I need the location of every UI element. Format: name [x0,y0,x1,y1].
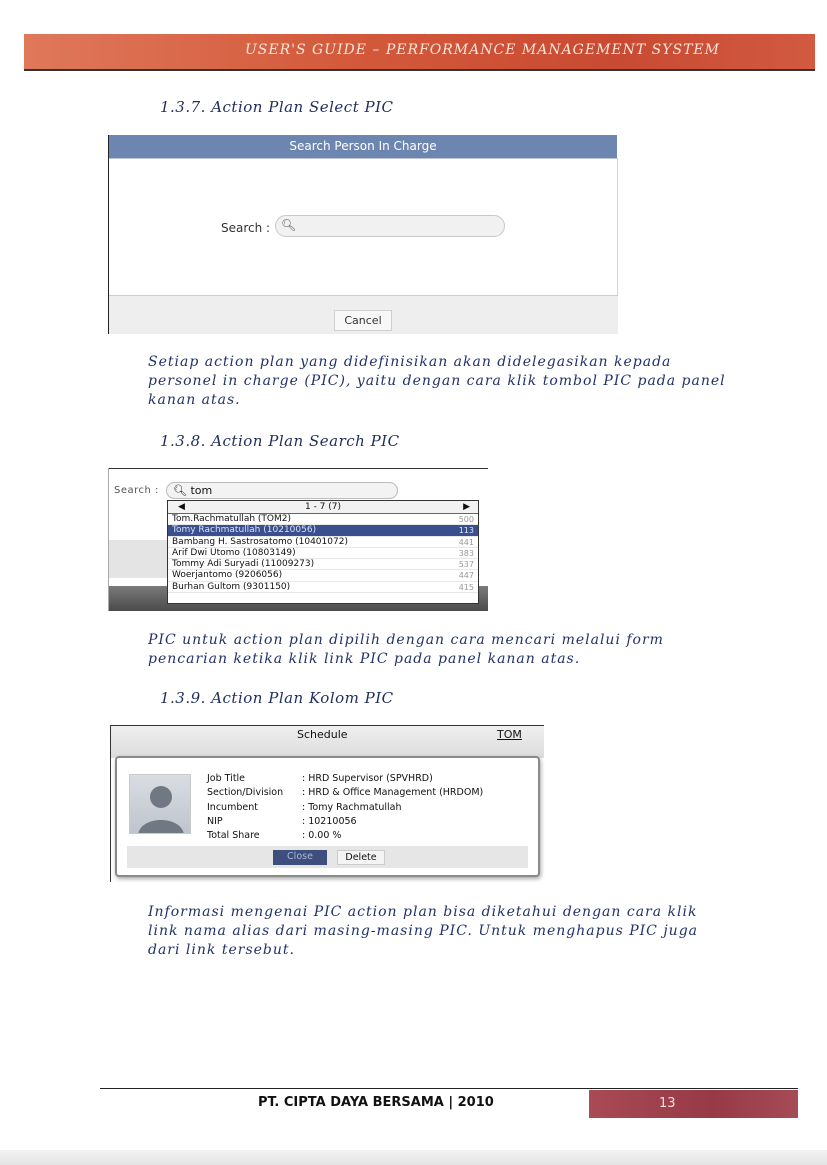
result-name: Tom.Rachmatullah (TOM2) [172,514,292,524]
result-number: 383 [458,548,474,558]
figure-border [108,468,488,469]
paragraph-line: Informasi mengenai PIC action plan bisa … [148,904,698,920]
dialog-body: Search : 🔍︎ [109,158,618,295]
result-number: 537 [458,560,474,570]
section-paragraph-1-3-7: Setiap action plan yang didefinisikan ak… [148,353,728,410]
result-row[interactable]: Tom.Rachmatullah (TOM2) 500 [168,514,478,526]
paragraph-line: dari link tersebut. [148,942,295,958]
field-label: Incumbent [207,801,258,813]
section-paragraph-1-3-8: PIC untuk action plan dipilih dengan car… [148,631,728,669]
document-header-title: USER'S GUIDE – PERFORMANCE MANAGEMENT SY… [244,42,720,58]
close-button[interactable]: Close [273,850,327,865]
page-bottom-shade [0,1150,827,1165]
document-header-bar: USER'S GUIDE – PERFORMANCE MANAGEMENT SY… [24,34,815,71]
magnifier-icon: 🔍︎ [173,484,187,497]
schedule-column-header: Schedule [297,728,348,741]
section-paragraph-1-3-9: Informasi mengenai PIC action plan bisa … [148,903,728,960]
paragraph-line: PIC untuk action plan dipilih dengan car… [148,632,664,648]
delete-button[interactable]: Delete [337,850,385,865]
paragraph-line: Setiap action plan yang didefinisikan ak… [148,354,672,370]
pic-alias-link[interactable]: TOM [497,728,522,741]
paragraph-line: pencarian ketika klik link PIC pada pane… [148,651,581,667]
search-results-dropdown: ◀ 1 - 7 (7) ▶ Tom.Rachmatullah (TOM2) 500… [167,500,479,604]
result-number: 447 [458,571,474,581]
prev-page-icon[interactable]: ◀ [178,501,185,513]
search-label: Search : [221,221,271,235]
result-row[interactable]: Bambang H. Sastrosatomo (10401072) 441 [168,537,478,548]
figure-border [110,725,544,726]
result-name: Tomy Rachmatullah (10210056) [172,525,317,536]
search-input[interactable]: 🔍︎ [275,215,505,237]
result-row[interactable]: Woerjantomo (9206056) 447 [168,570,478,582]
dialog-title: Search Person In Charge [109,135,617,158]
magnifier-icon: 🔍︎ [281,218,297,232]
pic-info-popup: Job Title : HRD Supervisor (SPVHRD) Secti… [115,756,540,877]
section-heading-1-3-8: 1.3.8. Action Plan Search PIC [160,432,400,450]
field-label: Section/Division [207,787,284,799]
paragraph-line: kanan atas. [148,392,241,408]
results-pager: ◀ 1 - 7 (7) ▶ [168,501,478,514]
field-value: : 10210056 [302,815,357,827]
result-row[interactable]: Tommy Adi Suryadi (11009273) 537 [168,559,478,571]
field-value: : Tomy Rachmatullah [302,801,402,813]
figure-border [110,725,111,882]
result-name: Tommy Adi Suryadi (11009273) [172,559,315,570]
section-heading-1-3-9: 1.3.9. Action Plan Kolom PIC [160,689,394,707]
page-number: 13 [659,1096,676,1111]
field-label: Job Title [207,773,246,784]
result-row-selected[interactable]: Tomy Rachmatullah (10210056) 113 [168,525,478,537]
result-name: Woerjantomo (9206056) [172,570,283,581]
search-pic-results-screenshot: Search : 🔍︎ tom ◀ 1 - 7 (7) ▶ Tom.Rachma… [108,468,488,611]
paragraph-line: link nama alias dari masing-masing PIC. … [148,923,699,939]
background-panel [109,540,167,578]
result-name: Arif Dwi Utomo (10803149) [172,547,296,558]
field-label: NIP [207,815,223,827]
result-name: Burhan Gultom (9301150) [172,581,291,592]
pic-info-popup-screenshot: Schedule TOM Job Title : HRD Supervisor (… [110,725,544,882]
search-pic-dialog-screenshot: Search Person In Charge Search : 🔍︎ Canc… [108,135,618,334]
result-number: 441 [458,537,474,547]
search-value: tom [190,484,213,497]
pager-range: 1 - 7 (7) [304,502,342,512]
result-row[interactable]: Burhan Gultom (9301150) 415 [168,581,478,594]
footer-divider [100,1088,798,1089]
column-header-bar: Schedule TOM [111,726,544,758]
paragraph-line: personel in charge (PIC), yaitu dengan c… [148,373,726,389]
footer-company: PT. CIPTA DAYA BERSAMA | 2010 [258,1095,494,1110]
person-avatar-icon [129,774,191,834]
search-input[interactable]: 🔍︎ tom [166,482,398,499]
result-number: 113 [458,526,474,536]
field-label: Total Share [207,830,260,842]
result-number: 500 [458,515,474,524]
result-number: 415 [458,582,474,592]
page-number-box: 13 [589,1090,798,1118]
section-heading-1-3-7: 1.3.7. Action Plan Select PIC [160,98,394,116]
dialog-footer: Cancel [109,295,618,334]
popup-button-bar: Close Delete [127,846,528,868]
cancel-button[interactable]: Cancel [334,310,392,331]
next-page-icon[interactable]: ▶ [463,501,470,513]
result-name: Bambang H. Sastrosatomo (10401072) [172,536,348,547]
field-value: : HRD Supervisor (SPVHRD) [302,773,433,784]
result-row[interactable]: Arif Dwi Utomo (10803149) 383 [168,547,478,560]
field-value: : HRD & Office Management (HRDOM) [302,787,484,799]
field-value: : 0.00 % [302,830,342,842]
search-label: Search : [114,485,159,496]
